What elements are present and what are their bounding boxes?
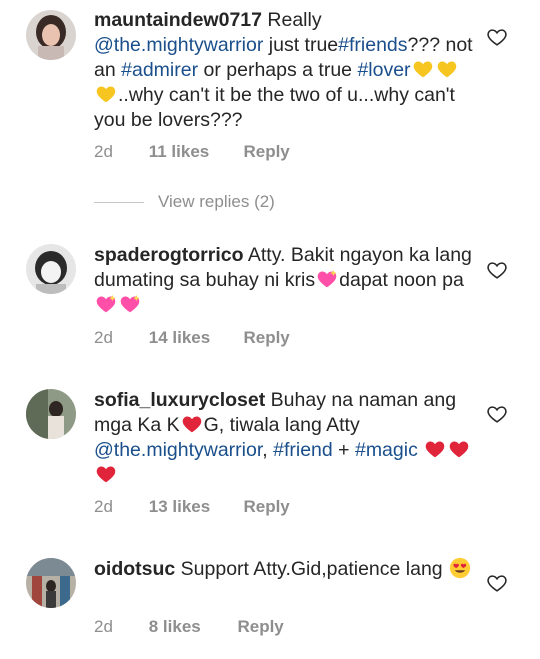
timestamp: 2d [94, 617, 113, 636]
sparkling-heart-icon [316, 269, 337, 290]
hashtag-link[interactable]: #friends [338, 34, 407, 56]
red-heart-icon [448, 438, 470, 460]
comment-text: just true [268, 34, 339, 56]
mention-link[interactable]: @the.mightywarrior [94, 34, 263, 56]
likes-count[interactable]: 8 likes [149, 617, 233, 637]
likes-count[interactable]: 13 likes [149, 497, 239, 517]
comment-meta: 2d 14 likes Reply [94, 328, 290, 348]
reply-button[interactable]: Reply [243, 328, 289, 348]
likes-count[interactable]: 14 likes [149, 328, 239, 348]
view-replies-button[interactable]: View replies (2) [94, 192, 275, 212]
heart-eyes-face-icon [449, 557, 471, 579]
comment-meta: 2d 13 likes Reply [94, 497, 290, 517]
yellow-heart-icon [412, 58, 434, 80]
comment-meta: 2d 11 likes Reply [94, 142, 290, 162]
hashtag-link[interactable]: #admirer [121, 59, 198, 81]
comment-text: + [338, 439, 350, 461]
username[interactable]: oidotsuc [94, 558, 175, 580]
avatar[interactable] [26, 558, 76, 608]
comment-text: dapat noon pa [339, 269, 464, 291]
comment-text: Support Atty.Gid,patience lang [180, 558, 443, 580]
likes-count[interactable]: 11 likes [149, 142, 239, 162]
comment-text: or perhaps a true [203, 59, 353, 81]
comment-text: ..why can't it be the two of u...why can… [94, 84, 455, 131]
comment-text: G, tiwala lang Atty [203, 414, 360, 436]
divider [94, 202, 144, 204]
comment-text: , [262, 439, 268, 461]
yellow-heart-icon [95, 83, 117, 105]
hashtag-link[interactable]: #lover [357, 59, 410, 81]
red-heart-icon [424, 438, 446, 460]
like-heart-icon[interactable] [486, 259, 508, 281]
mention-link[interactable]: @the.mightywarrior [94, 439, 262, 461]
avatar[interactable] [26, 10, 76, 60]
avatar[interactable] [26, 244, 76, 294]
reply-button[interactable]: Reply [243, 497, 289, 517]
red-heart-icon [181, 413, 203, 435]
timestamp: 2d [94, 497, 113, 516]
comment-body: sofia_luxurycloset Buhay na naman ang mg… [94, 388, 474, 488]
yellow-heart-icon [436, 58, 458, 80]
hashtag-link[interactable]: #friend [273, 439, 333, 461]
comment-text: Really [267, 9, 322, 31]
sparkling-heart-icon [95, 294, 116, 315]
reply-button[interactable]: Reply [243, 142, 289, 162]
comment-body: mauntaindew0717 Really @the.mightywarrio… [94, 8, 474, 133]
red-heart-icon [95, 463, 117, 485]
like-heart-icon[interactable] [486, 572, 508, 594]
timestamp: 2d [94, 328, 113, 347]
comment-body: oidotsuc Support Atty.Gid,patience lang [94, 557, 474, 582]
username[interactable]: spaderogtorrico [94, 244, 244, 266]
comment-body: spaderogtorrico Atty. Bakit ngayon ka la… [94, 243, 474, 318]
sparkling-heart-icon [119, 294, 140, 315]
timestamp: 2d [94, 142, 113, 161]
like-heart-icon[interactable] [486, 403, 508, 425]
reply-button[interactable]: Reply [237, 617, 283, 637]
like-heart-icon[interactable] [486, 26, 508, 48]
hashtag-link[interactable]: #magic [355, 439, 418, 461]
view-replies-label: View replies (2) [158, 192, 275, 211]
username[interactable]: sofia_luxurycloset [94, 389, 265, 411]
username[interactable]: mauntaindew0717 [94, 9, 262, 31]
comment-meta: 2d 8 likes Reply [94, 617, 284, 637]
avatar[interactable] [26, 389, 76, 439]
